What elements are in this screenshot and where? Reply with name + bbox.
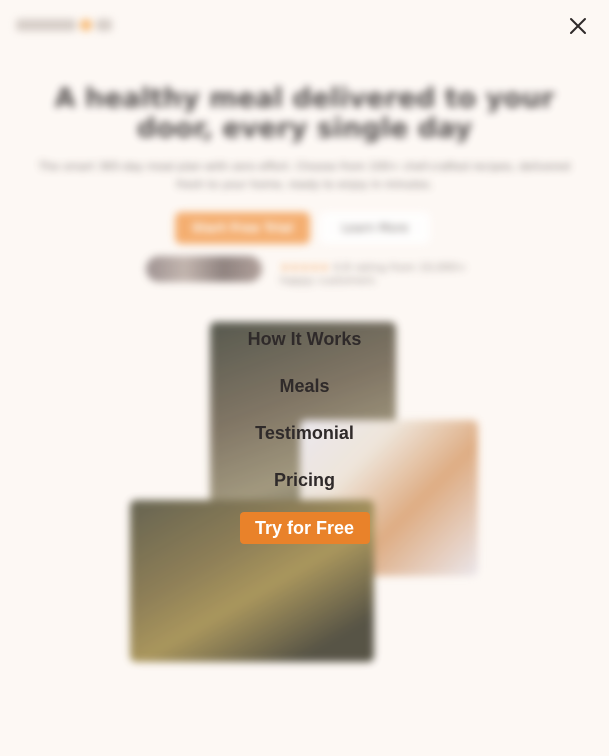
hero-secondary-button: Learn More — [320, 212, 430, 244]
brand-logo — [16, 15, 116, 35]
close-menu-button[interactable] — [566, 14, 590, 38]
nav-item-meals[interactable]: Meals — [279, 369, 329, 416]
rating-stars: ★★★★★ — [280, 261, 330, 274]
mobile-nav-menu: How It Works Meals Testimonial Pricing T… — [0, 322, 609, 544]
hero-title: A healthy meal delivered to your door, e… — [54, 83, 555, 144]
hero-primary-button: Start Free Trial — [175, 212, 310, 244]
customer-avatars — [146, 256, 262, 282]
nav-item-pricing[interactable]: Pricing — [274, 463, 335, 510]
close-icon — [570, 18, 586, 34]
rating-summary: ★★★★★ 4.8 rating from 10,000+ happy cust… — [280, 261, 468, 287]
nav-item-how-it-works[interactable]: How It Works — [248, 322, 362, 369]
try-for-free-button[interactable]: Try for Free — [239, 512, 370, 544]
hero-subtitle: The smart 365-day meal plan with zero ef… — [38, 160, 571, 191]
nav-item-testimonial[interactable]: Testimonial — [255, 416, 354, 463]
